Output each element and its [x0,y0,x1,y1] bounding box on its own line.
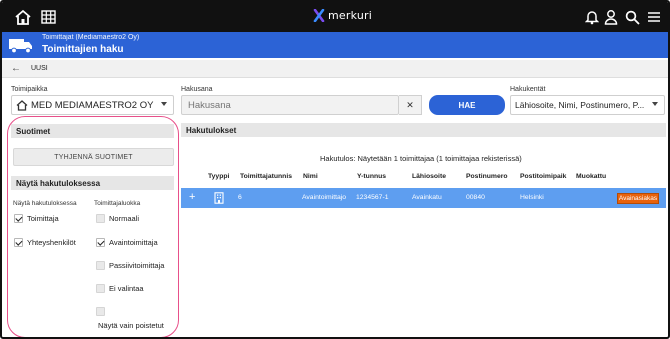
chevron-down-icon [652,102,658,106]
home-icon[interactable] [13,7,33,27]
checkbox-normaali[interactable] [96,214,105,223]
column-header[interactable]: Nimi [303,173,318,180]
search-icon[interactable] [624,7,640,27]
results-summary: Hakutulos: Näytetään 1 toimittajaa (1 to… [320,154,522,163]
column-header[interactable]: Postitoimipaik [520,173,566,180]
checkbox-ei-valintaa[interactable] [96,284,105,293]
building-icon [214,192,224,206]
page-title: Toimittajien haku [42,44,124,55]
show-in-results-header: Näytä hakutuloksessa [11,176,174,190]
menu-icon[interactable] [646,7,662,27]
company-value: MED MEDIAMAESTRO2 OY [31,99,154,111]
checkbox-label: Ei valintaa [109,284,144,293]
cell-postcode: 00840 [466,194,485,201]
app-window: merkuri Toimittajat (Mediamaestro2 Oy) T… [0,0,670,339]
checkbox-label: Toimittaja [27,214,59,223]
page-subtitle: Toimittajat (Mediamaestro2 Oy) [42,34,140,41]
checkbox-label: Passiivitoimittaja [109,261,165,270]
brand-logo: merkuri [313,9,372,22]
checkbox-label: Yhteyshenkilöt [27,238,76,247]
checkbox-yhteyshenkilot[interactable] [14,238,23,247]
checkbox-passiivitoimittaja[interactable] [96,261,105,270]
cell-city: Helsinki [520,194,544,201]
search-button[interactable]: HAE [429,95,505,115]
breadcrumb: ← UUSI [2,60,668,78]
fields-select[interactable]: Lähiosoite, Nimi, Postinumero, P... [510,95,665,115]
column-header[interactable]: Y-tunnus [357,173,386,180]
cell-id: 6 [238,194,242,201]
table-row[interactable]: + 6 Avaintoimittajo 1234567-1 Avainkatu … [181,188,666,208]
checkbox-nayta-vain-poistetut[interactable] [96,307,105,316]
top-navigation-bar: merkuri [2,2,668,32]
column-header[interactable]: Tyyppi [208,173,229,180]
checkbox-label: Näytä vain poistetut [98,321,164,330]
company-select[interactable]: MED MEDIAMAESTRO2 OY [11,95,174,115]
status-badge: Avainasiakas [617,193,659,204]
cell-name: Avaintoimittajo [302,194,347,201]
clear-keyword-button[interactable]: ✕ [399,95,422,115]
chevron-down-icon [161,102,167,106]
checkbox-toimittaja[interactable] [14,214,23,223]
expand-row-button[interactable]: + [189,191,195,203]
bell-icon[interactable] [584,7,600,27]
company-label: Toimipaikka [11,86,48,93]
keyword-label: Hakusana [181,86,213,93]
col1-label: Näytä hakutuloksessa [13,200,77,207]
col2-label: Toimittajaluokka [94,200,141,207]
merkuri-logo-icon [313,9,325,22]
fields-value: Lähiosoite, Nimi, Postinumero, P... [515,100,645,110]
clear-filters-button[interactable]: TYHJENNÄ SUOTIMET [13,148,174,166]
page-header: Toimittajat (Mediamaestro2 Oy) Toimittaj… [2,32,668,58]
column-header[interactable]: Postinumero [466,173,508,180]
checkbox-label: Normaali [109,214,140,223]
keyword-input[interactable] [181,95,399,115]
cell-business-id: 1234567-1 [356,194,389,201]
filters-header: Suotimet [11,124,174,138]
results-header: Hakutulokset [181,123,666,137]
cell-street: Avainkatu [412,194,442,201]
grid-icon[interactable] [39,7,57,27]
column-header[interactable]: Lähiosoite [412,173,446,180]
brand-name: merkuri [328,9,372,22]
fields-label: Hakukentät [510,86,546,93]
checkbox-avaintoimittaja[interactable] [96,238,105,247]
checkbox-label: Avaintoimittaja [109,238,158,247]
home-small-icon [16,99,28,111]
column-header[interactable]: Toimittajatunnis [240,173,292,180]
breadcrumb-label: UUSI [31,65,48,72]
truck-icon [8,37,34,59]
column-header[interactable]: Muokattu [576,173,606,180]
user-icon[interactable] [603,7,619,27]
back-arrow-icon[interactable]: ← [11,63,21,74]
